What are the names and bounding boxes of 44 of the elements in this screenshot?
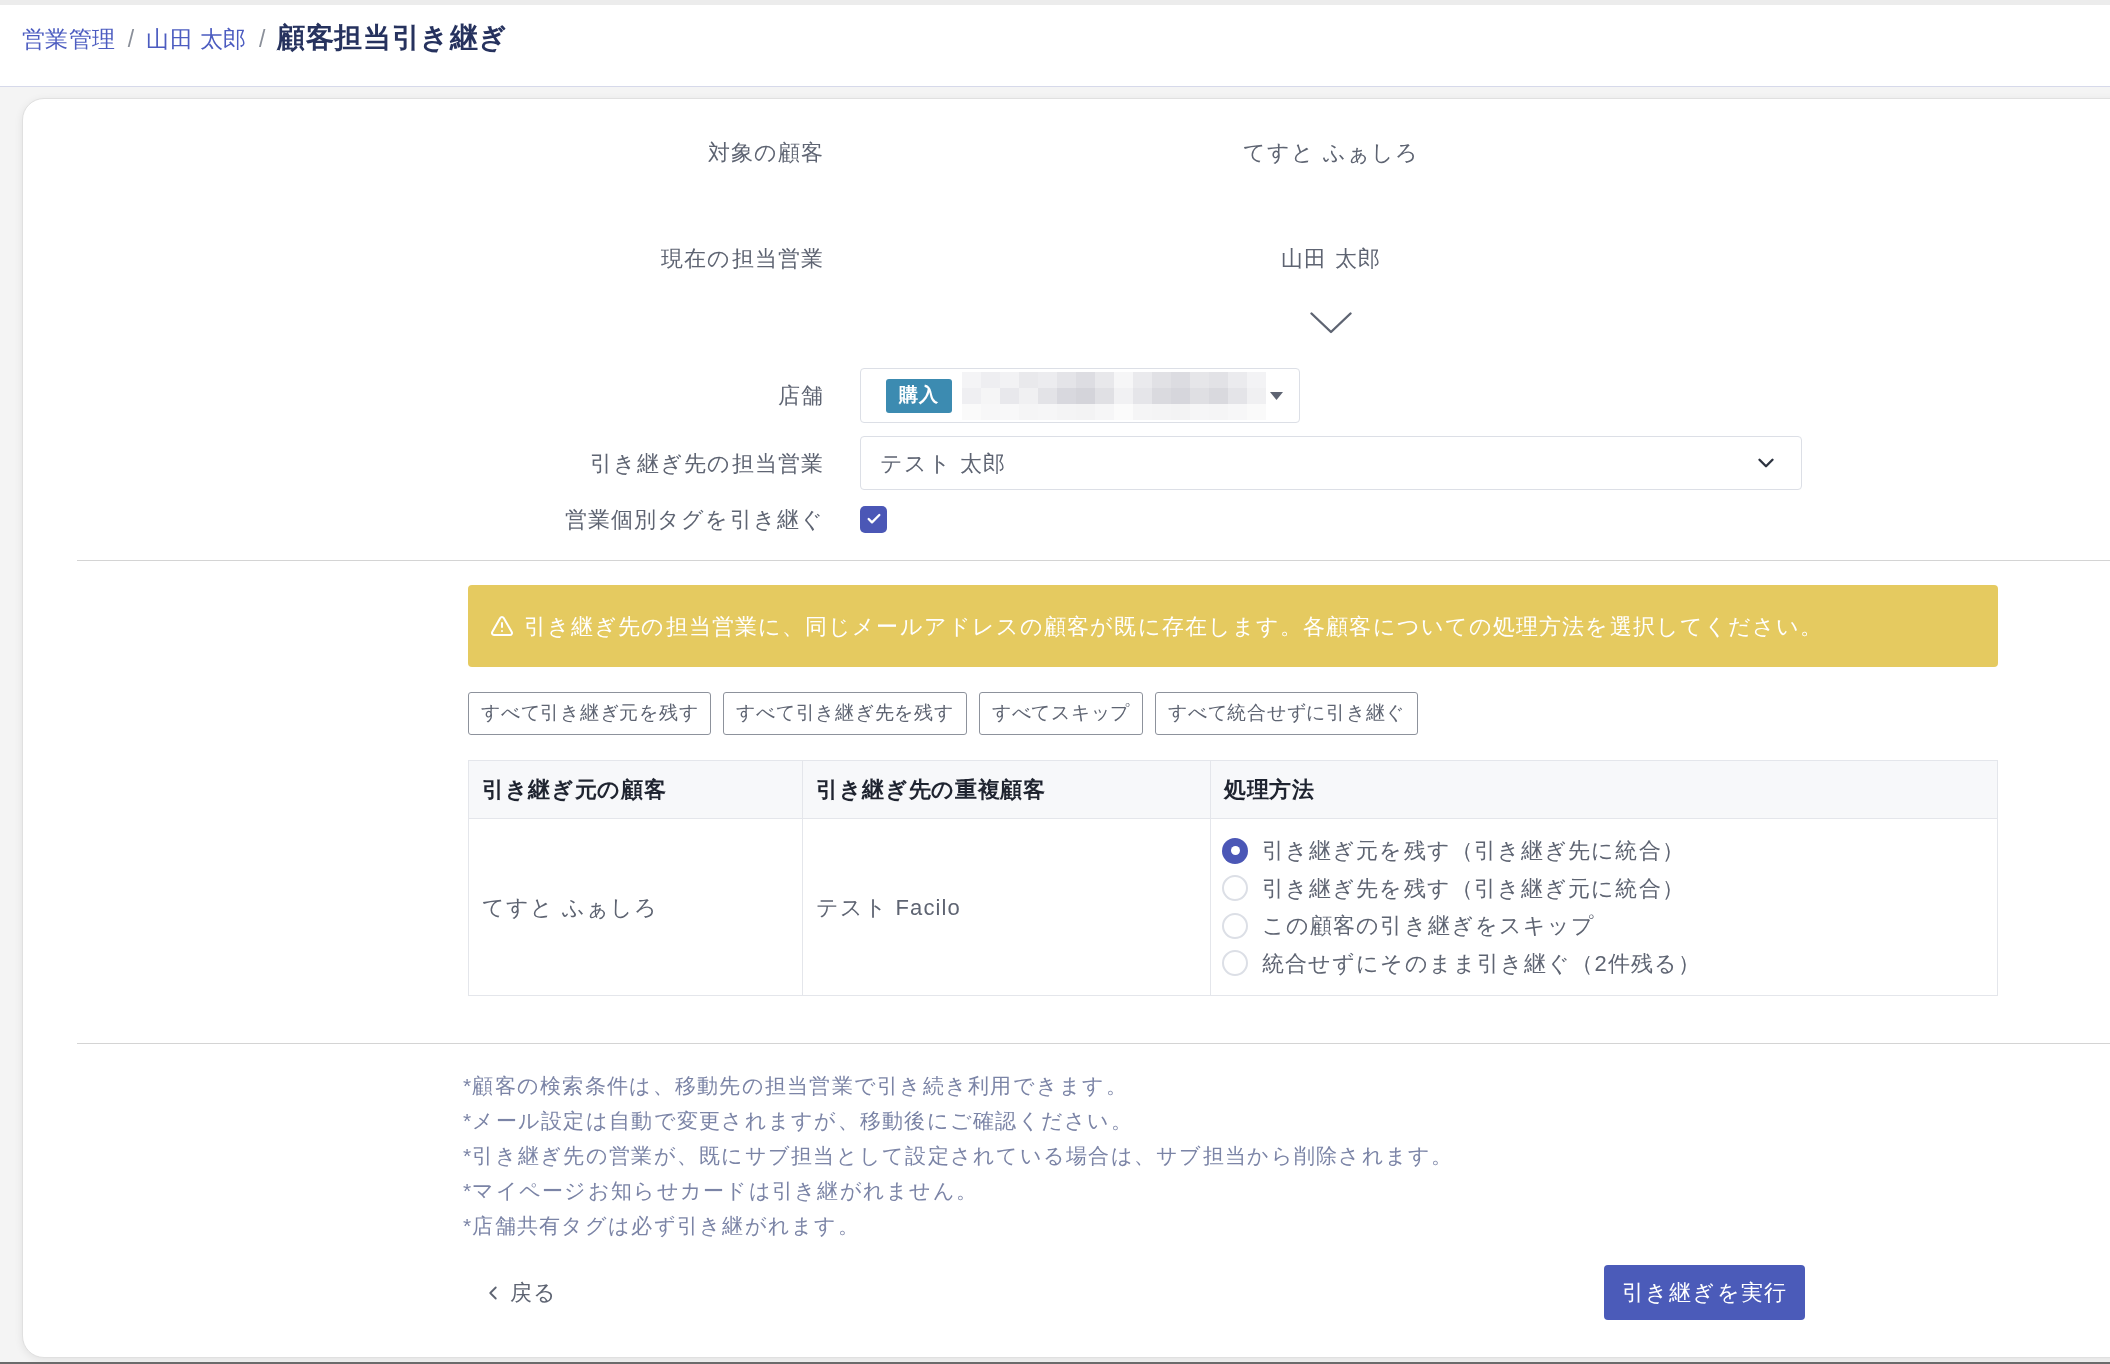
- field-label: 対象の顧客: [707, 138, 824, 167]
- bulk-action-button[interactable]: すべて引き継ぎ先を残す: [723, 692, 967, 735]
- note-text: *顧客の検索条件は、移動先の担当営業で引き続き利用できます。: [463, 1073, 1128, 1099]
- bulk-action-button[interactable]: すべてスキップ: [978, 692, 1144, 735]
- column-header: 引き継ぎ元の顧客: [468, 760, 803, 819]
- store-select[interactable]: 購入: [860, 368, 1300, 423]
- note-text: *マイページお知らせカードは引き継がれません。: [463, 1178, 979, 1204]
- note-text: *メール設定は自動で変更されますが、移動後にご確認ください。: [463, 1108, 1133, 1134]
- warning-icon: [490, 614, 514, 638]
- checkbox[interactable]: [860, 505, 887, 533]
- field-label: 店舗: [777, 382, 824, 410]
- breadcrumb-link[interactable]: 山田 太郎: [146, 22, 247, 57]
- page-title: 顧客担当引き継ぎ: [277, 21, 508, 55]
- field-label: 引き継ぎ先の担当営業: [590, 449, 824, 478]
- field-value: 山田 太郎: [1281, 244, 1381, 273]
- field-value: てすと ふぁしろ: [1243, 138, 1419, 167]
- radio-button[interactable]: [1222, 837, 1248, 864]
- back-link[interactable]: 戻る: [482, 1276, 558, 1309]
- bulk-action-button[interactable]: すべて引き継ぎ元を残す: [468, 692, 712, 735]
- radio-button[interactable]: [1222, 912, 1248, 939]
- breadcrumb-link[interactable]: 営業管理: [22, 22, 116, 57]
- radio-label[interactable]: 引き継ぎ先を残す（引き継ぎ元に統合）: [1262, 871, 1685, 905]
- warning-text: 引き継ぎ先の担当営業に、同じメールアドレスの顧客が既に存在します。各顧客についての処理方法を選択してください。: [524, 612, 1824, 641]
- radio-button[interactable]: [1222, 875, 1248, 902]
- breadcrumb-separator: /: [127, 25, 135, 54]
- table-cell: てすと ふぁしろ: [468, 818, 803, 996]
- caret-down-icon: [1269, 391, 1283, 400]
- select-field[interactable]: テスト 太郎: [860, 436, 1802, 490]
- radio-label[interactable]: 統合せずにそのまま引き継ぐ（2件残る）: [1262, 946, 1702, 980]
- submit-button[interactable]: 引き継ぎを実行: [1604, 1265, 1805, 1320]
- radio-label[interactable]: この顧客の引き継ぎをスキップ: [1262, 909, 1596, 943]
- tag-badge: 購入: [886, 378, 952, 413]
- field-label: 現在の担当営業: [661, 244, 824, 273]
- table-cell: テスト Facilo: [802, 818, 1211, 996]
- breadcrumb-separator: /: [258, 25, 266, 54]
- radio-button[interactable]: [1222, 950, 1248, 977]
- field-label: 営業個別タグを引き継ぐ: [564, 505, 824, 534]
- column-header: 引き継ぎ先の重複顧客: [802, 760, 1211, 819]
- bulk-action-button[interactable]: すべて統合せずに引き継ぐ: [1155, 692, 1419, 735]
- chevron-down-icon: [1310, 312, 1352, 334]
- radio-label[interactable]: 引き継ぎ元を残す（引き継ぎ先に統合）: [1262, 834, 1685, 868]
- note-text: *引き継ぎ先の営業が、既にサブ担当として設定されている場合は、サブ担当から削除されます。: [463, 1143, 1454, 1169]
- note-text: *店舗共有タグは必ず引き継がれます。: [463, 1213, 860, 1239]
- column-header: 処理方法: [1210, 760, 1998, 819]
